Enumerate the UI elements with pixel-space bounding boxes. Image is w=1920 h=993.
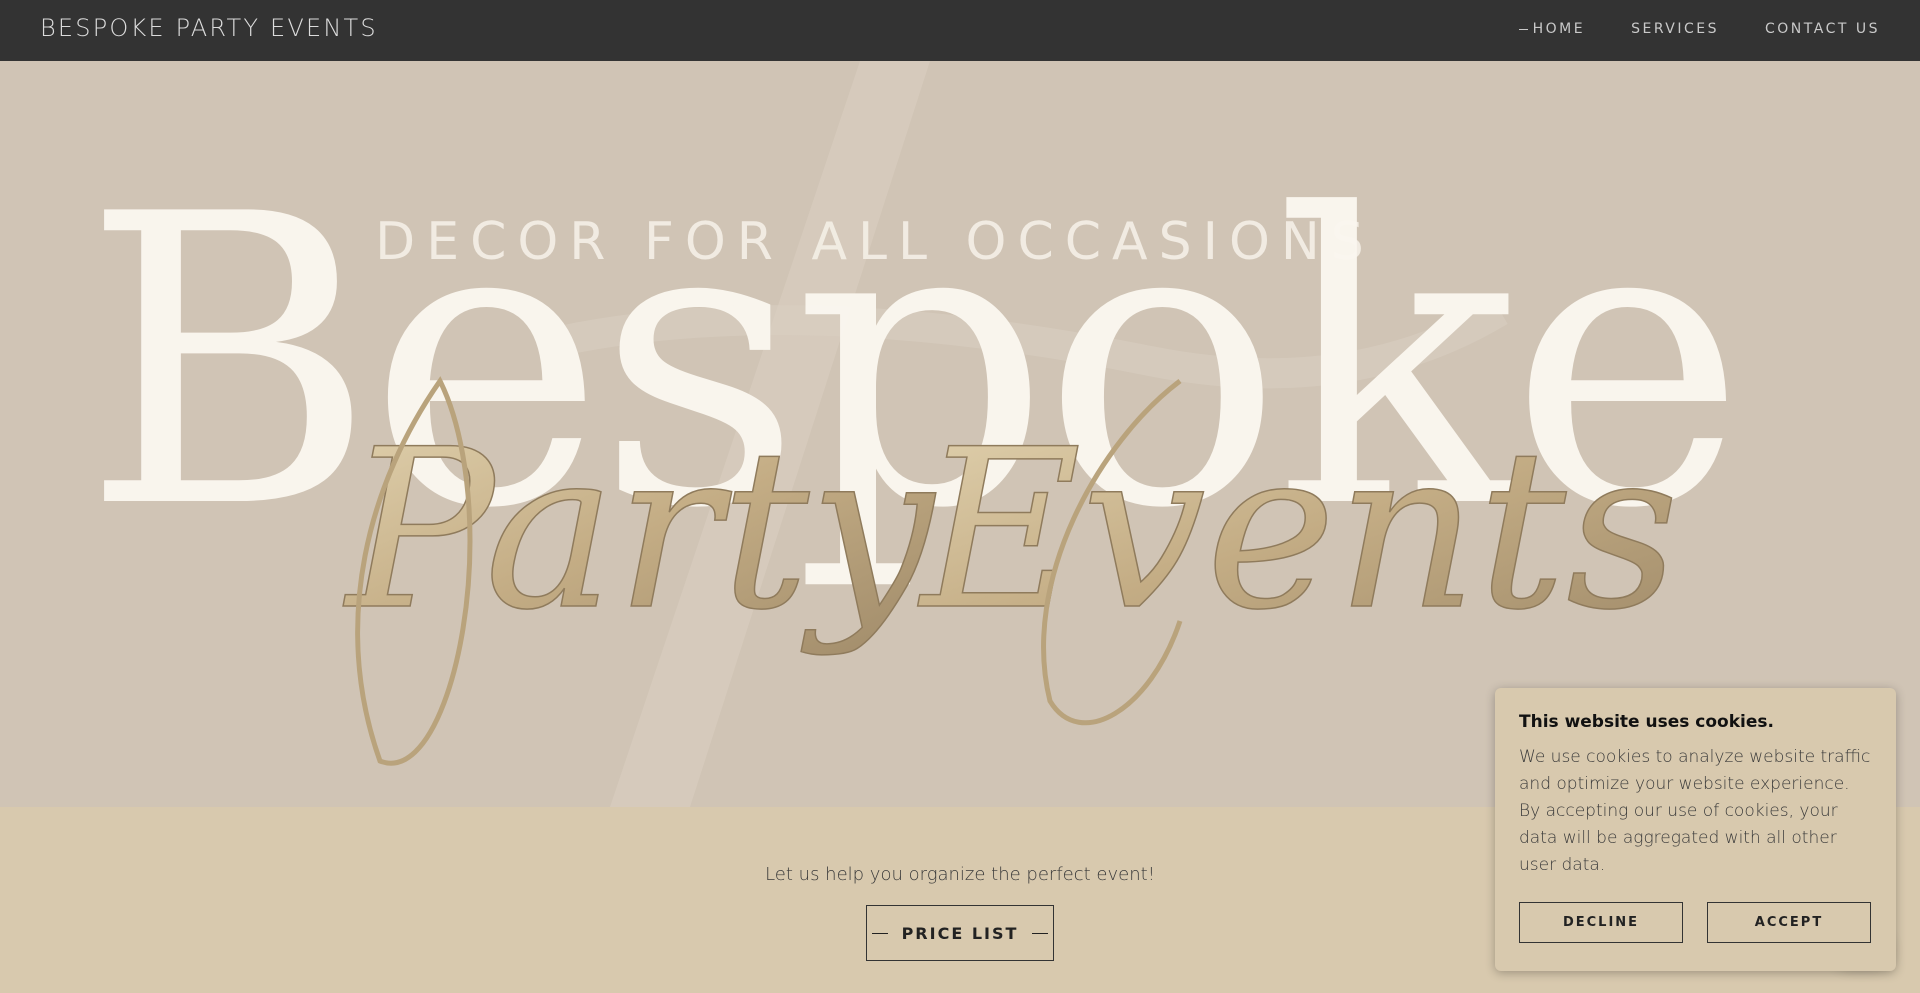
price-list-label: PRICE LIST xyxy=(901,923,1019,943)
nav-item-services[interactable]: SERVICES xyxy=(1631,21,1719,37)
price-list-button[interactable]: PRICE LIST xyxy=(866,905,1054,961)
cookie-banner: This website uses cookies. We use cookie… xyxy=(1495,688,1896,971)
nav-item-home[interactable]: HOME xyxy=(1518,21,1585,37)
site-title[interactable]: BESPOKE PARTY EVENTS xyxy=(40,14,378,42)
cookie-title: This website uses cookies. xyxy=(1519,712,1774,732)
site-header: BESPOKE PARTY EVENTS HOME SERVICES CONTA… xyxy=(0,0,1920,61)
cookie-message: We use cookies to analyze website traffi… xyxy=(1519,747,1871,875)
button-dash-left xyxy=(871,932,888,934)
main-nav: HOME SERVICES CONTACT US xyxy=(1518,21,1880,37)
logo-script-events: Events xyxy=(917,402,1679,658)
button-dash-right xyxy=(1032,932,1049,934)
nav-item-contact-us[interactable]: CONTACT US xyxy=(1765,21,1880,37)
cookie-actions: DECLINE ACCEPT xyxy=(1519,902,1871,943)
logo-script-party: Party xyxy=(342,402,936,658)
accept-button[interactable]: ACCEPT xyxy=(1707,902,1871,943)
decline-button[interactable]: DECLINE xyxy=(1519,902,1683,943)
